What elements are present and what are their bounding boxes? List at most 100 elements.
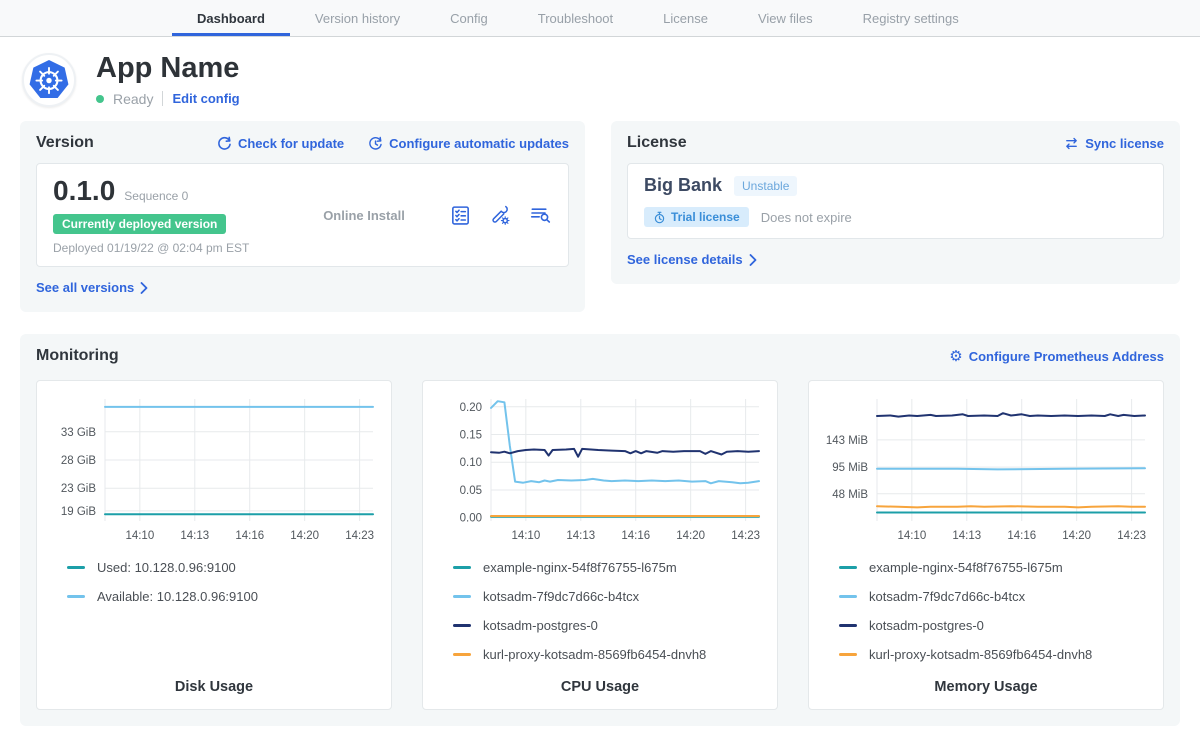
tab-view-files[interactable]: View files <box>733 0 838 36</box>
legend-swatch <box>839 595 857 598</box>
svg-text:14:20: 14:20 <box>290 530 319 542</box>
legend-label: kurl-proxy-kotsadm-8569fb6454-dnvh8 <box>483 647 706 662</box>
tab-dashboard[interactable]: Dashboard <box>172 0 290 36</box>
license-panel: Big Bank Unstable Trial license Does not… <box>627 163 1164 239</box>
memory-usage-card: 14:10 14:13 14:16 14:20 14:23 143 MiB 95 MiB 48… <box>808 380 1164 710</box>
edit-config-link[interactable]: Edit config <box>172 91 239 106</box>
svg-text:28 GiB: 28 GiB <box>61 455 96 467</box>
stopwatch-icon <box>653 211 666 224</box>
svg-text:14:13: 14:13 <box>952 530 981 542</box>
kubernetes-icon <box>28 59 70 101</box>
svg-text:143 MiB: 143 MiB <box>826 435 869 447</box>
svg-text:14:10: 14:10 <box>511 530 540 542</box>
see-license-details-link[interactable]: See license details <box>627 252 757 267</box>
check-for-update-button[interactable]: Check for update <box>217 136 344 151</box>
legend-item: Available: 10.128.0.96:9100 <box>49 582 379 611</box>
svg-text:48 MiB: 48 MiB <box>832 489 868 501</box>
legend-item: example-nginx-54f8f76755-l675m <box>821 553 1151 582</box>
version-number: 0.1.0 <box>53 175 115 207</box>
tab-config[interactable]: Config <box>425 0 513 36</box>
sync-arrows-icon <box>1064 136 1079 151</box>
svg-text:0.10: 0.10 <box>460 457 482 469</box>
chevron-right-icon <box>749 254 757 266</box>
cpu-usage-svg: 14:1014:1314:1614:2014:230.200.150.100.0… <box>435 393 765 545</box>
app-title: App Name <box>96 53 240 83</box>
legend-item: kotsadm-postgres-0 <box>821 611 1151 640</box>
legend-item: kurl-proxy-kotsadm-8569fb6454-dnvh8 <box>435 640 765 669</box>
memory-usage-legend: example-nginx-54f8f76755-l675m kotsadm-7f… <box>821 553 1151 669</box>
memory-usage-plot: 14:10 14:13 14:16 14:20 14:23 143 MiB 95 MiB 48… <box>821 393 1151 545</box>
legend-swatch <box>453 595 471 598</box>
tab-version-history[interactable]: Version history <box>290 0 425 36</box>
tab-license[interactable]: License <box>638 0 733 36</box>
legend-item: Used: 10.128.0.96:9100 <box>49 553 379 582</box>
view-diff-button[interactable] <box>529 205 552 225</box>
tab-registry-settings[interactable]: Registry settings <box>838 0 984 36</box>
wrench-gear-icon <box>489 204 511 226</box>
preflight-checks-button[interactable] <box>450 205 471 226</box>
edit-config-icon-button[interactable] <box>489 204 511 226</box>
see-all-versions-link[interactable]: See all versions <box>36 280 148 295</box>
refresh-icon <box>217 136 232 151</box>
channel-badge: Unstable <box>734 176 797 196</box>
legend-label: kotsadm-postgres-0 <box>869 618 984 633</box>
configure-prometheus-button[interactable]: ⚙ Configure Prometheus Address <box>949 349 1164 364</box>
license-card-title: License <box>627 134 687 152</box>
tab-troubleshoot[interactable]: Troubleshoot <box>513 0 638 36</box>
deployed-timestamp: Deployed 01/19/22 @ 02:04 pm EST <box>53 241 278 255</box>
clock-refresh-icon <box>368 136 383 151</box>
svg-text:14:23: 14:23 <box>345 530 374 542</box>
license-type-badge: Trial license <box>644 207 749 227</box>
deployed-badge: Currently deployed version <box>53 214 226 234</box>
app-status: Ready <box>113 91 153 107</box>
sync-license-button[interactable]: Sync license <box>1064 136 1164 151</box>
legend-item: kotsadm-7f9dc7d66c-b4tcx <box>435 582 765 611</box>
checklist-icon <box>450 205 471 226</box>
app-header: App Name Ready Edit config <box>0 37 1200 117</box>
configure-automatic-updates-button[interactable]: Configure automatic updates <box>368 136 569 151</box>
deployed-version-panel: 0.1.0 Sequence 0 Currently deployed vers… <box>36 163 569 267</box>
svg-text:14:20: 14:20 <box>1062 530 1091 542</box>
memory-usage-svg: 14:10 14:13 14:16 14:20 14:23 143 MiB 95 MiB 48… <box>821 393 1151 545</box>
svg-text:14:13: 14:13 <box>566 530 595 542</box>
legend-label: kurl-proxy-kotsadm-8569fb6454-dnvh8 <box>869 647 1092 662</box>
legend-swatch <box>67 595 85 598</box>
chart-title: Memory Usage <box>821 669 1151 695</box>
legend-swatch <box>453 653 471 656</box>
svg-text:14:20: 14:20 <box>676 530 705 542</box>
chevron-right-icon <box>140 282 148 294</box>
license-customer-name: Big Bank <box>644 175 722 196</box>
version-sequence: Sequence 0 <box>124 189 188 203</box>
legend-label: kotsadm-postgres-0 <box>483 618 598 633</box>
svg-text:14:23: 14:23 <box>731 530 760 542</box>
legend-label: kotsadm-7f9dc7d66c-b4tcx <box>483 589 639 604</box>
svg-text:0.00: 0.00 <box>460 513 482 525</box>
svg-text:33 GiB: 33 GiB <box>61 427 96 439</box>
version-card: Version Check for update Configure autom… <box>20 121 585 312</box>
svg-text:14:13: 14:13 <box>180 530 209 542</box>
monitoring-title: Monitoring <box>36 347 119 365</box>
disk-usage-plot: 14:1014:1314:1614:2014:2333 GiB28 GiB23 … <box>49 393 379 545</box>
cpu-usage-legend: example-nginx-54f8f76755-l675m kotsadm-7f… <box>435 553 765 669</box>
legend-item: kotsadm-postgres-0 <box>435 611 765 640</box>
legend-item: example-nginx-54f8f76755-l675m <box>435 553 765 582</box>
legend-label: example-nginx-54f8f76755-l675m <box>483 560 677 575</box>
gear-icon: ⚙ <box>949 349 962 364</box>
disk-usage-svg: 14:1014:1314:1614:2014:2333 GiB28 GiB23 … <box>49 393 379 545</box>
cpu-usage-plot: 14:1014:1314:1614:2014:230.200.150.100.0… <box>435 393 765 545</box>
legend-swatch <box>453 566 471 569</box>
legend-label: Used: 10.128.0.96:9100 <box>97 560 236 575</box>
license-expiration: Does not expire <box>761 210 852 225</box>
svg-text:14:10: 14:10 <box>897 530 926 542</box>
monitoring-section: Monitoring ⚙ Configure Prometheus Addres… <box>20 334 1180 726</box>
app-logo <box>22 53 76 107</box>
svg-text:14:23: 14:23 <box>1117 530 1146 542</box>
license-card: License Sync license Big Bank Unstable <box>611 121 1180 284</box>
legend-label: kotsadm-7f9dc7d66c-b4tcx <box>869 589 1025 604</box>
legend-swatch <box>453 624 471 627</box>
legend-swatch <box>839 624 857 627</box>
svg-text:95 MiB: 95 MiB <box>832 462 868 474</box>
svg-text:14:16: 14:16 <box>1007 530 1036 542</box>
logs-magnifier-icon <box>529 205 552 225</box>
cpu-usage-card: 14:1014:1314:1614:2014:230.200.150.100.0… <box>422 380 778 710</box>
